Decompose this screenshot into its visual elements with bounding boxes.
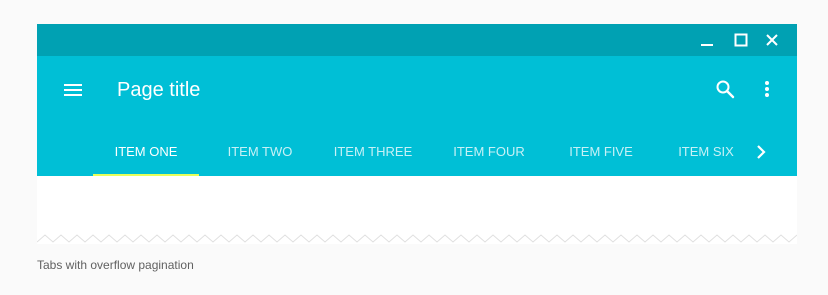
close-icon[interactable] <box>762 30 782 50</box>
tab-label: ITEM FOUR <box>453 144 525 159</box>
menu-icon[interactable] <box>61 78 85 102</box>
more-vert-icon[interactable] <box>755 77 779 101</box>
tab-item-four[interactable]: ITEM FOUR <box>439 136 539 176</box>
tab-item-six[interactable]: ITEM SIX <box>659 136 753 176</box>
tab-item-two[interactable]: ITEM TWO <box>213 136 307 176</box>
tab-label: ITEM THREE <box>333 144 413 159</box>
torn-edge <box>37 234 797 243</box>
tab-item-three[interactable]: ITEM THREE <box>317 136 429 176</box>
tab-label: ITEM TWO <box>227 144 293 159</box>
app-bar: Page title ITEM ONE ITEM TWO ITEM THREE … <box>37 56 797 176</box>
chevron-right-icon[interactable] <box>749 140 773 164</box>
tab-label: ITEM FIVE <box>569 144 633 159</box>
maximize-icon[interactable] <box>731 30 751 50</box>
tab-label: ITEM ONE <box>114 144 178 159</box>
active-tab-indicator <box>93 174 199 176</box>
minimize-icon[interactable] <box>697 30 717 50</box>
tab-label: ITEM SIX <box>678 144 734 159</box>
tab-item-five[interactable]: ITEM FIVE <box>551 136 651 176</box>
caption: Tabs with overflow pagination <box>37 258 194 272</box>
app-window: Page title ITEM ONE ITEM TWO ITEM THREE … <box>37 24 797 244</box>
tab-item-one[interactable]: ITEM ONE <box>93 136 199 176</box>
page-title: Page title <box>117 79 201 101</box>
search-icon[interactable] <box>713 77 737 101</box>
tab-bar: ITEM ONE ITEM TWO ITEM THREE ITEM FOUR I… <box>93 136 753 176</box>
window-titlebar <box>37 24 797 56</box>
